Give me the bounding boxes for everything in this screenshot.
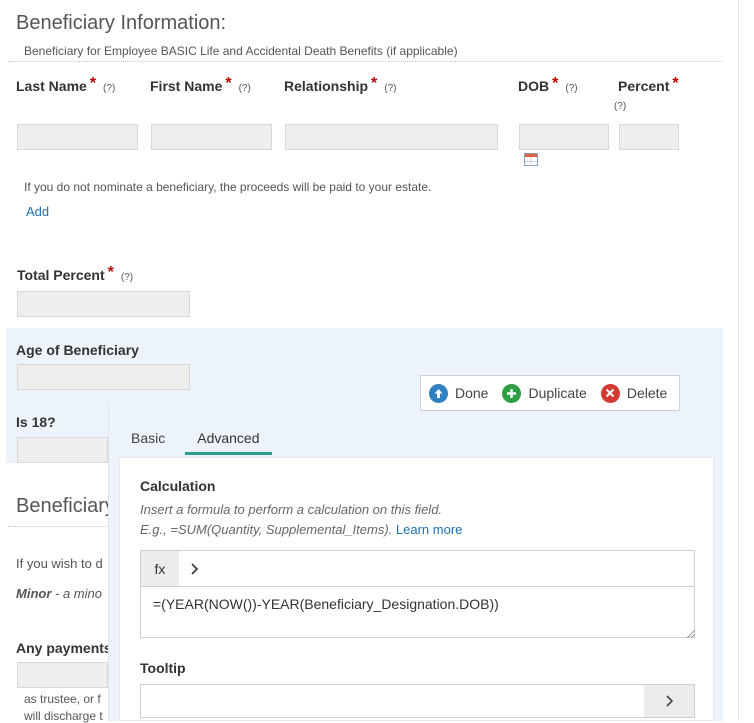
help-link[interactable]: (?): [121, 272, 133, 283]
any-payments-input[interactable]: [17, 662, 108, 688]
tooltip-expand-button[interactable]: [644, 685, 694, 717]
minor-text: - a mino: [51, 586, 102, 601]
calculation-hint: Insert a formula to perform a calculatio…: [140, 502, 443, 517]
dob-label: DOB * (?): [518, 75, 578, 96]
field-action-toolbar: Done Duplicate Delete: [420, 375, 680, 411]
delete-label: Delete: [626, 385, 668, 401]
dob-text: DOB: [518, 78, 550, 94]
section-divider: [8, 61, 722, 62]
calculation-example: E.g., =SUM(Quantity, Supplemental_Items)…: [140, 522, 462, 537]
section2-divider: [8, 526, 108, 527]
required-marker: *: [89, 75, 97, 92]
first-name-text: First Name: [150, 78, 223, 94]
last-name-text: Last Name: [16, 78, 87, 94]
fx-button[interactable]: fx: [141, 551, 179, 586]
done-button[interactable]: Done: [429, 383, 489, 403]
is-18-label: Is 18?: [16, 414, 56, 430]
section2-title: Beneficiary: [16, 495, 115, 517]
percent-input[interactable]: [619, 124, 679, 150]
tooltip-heading: Tooltip: [140, 660, 186, 676]
relationship-text: Relationship: [284, 78, 369, 94]
formula-input[interactable]: =(YEAR(NOW())-YEAR(Beneficiary_Designati…: [140, 586, 695, 638]
minor-definition: Minor - a mino: [16, 586, 102, 601]
learn-more-link[interactable]: Learn more: [396, 522, 462, 537]
resize-handle-icon[interactable]: [687, 630, 695, 638]
close-icon: [600, 383, 620, 403]
tooltip-field[interactable]: [140, 684, 695, 718]
help-link[interactable]: (?): [239, 83, 251, 94]
last-name-input[interactable]: [17, 124, 138, 150]
required-marker: *: [552, 75, 559, 92]
chevron-right-icon: [666, 695, 674, 707]
last-name-label: Last Name * (?): [16, 75, 115, 96]
relationship-label: Relationship * (?): [284, 75, 396, 96]
duplicate-label: Duplicate: [528, 385, 587, 401]
dob-input[interactable]: [519, 124, 609, 150]
any-payments-label: Any payments: [16, 640, 112, 656]
field-editor-panel: Basic Advanced Calculation Insert a form…: [108, 401, 723, 721]
relationship-input[interactable]: [285, 124, 498, 150]
is-18-input[interactable]: [17, 437, 108, 463]
editor-tabs: Basic Advanced: [131, 430, 294, 455]
done-label: Done: [455, 385, 489, 401]
percent-label: Percent *: [618, 75, 679, 96]
trustee-text: as trustee, or f: [24, 692, 101, 706]
duplicate-button[interactable]: Duplicate: [502, 383, 587, 403]
estate-note: If you do not nominate a beneficiary, th…: [24, 180, 432, 194]
first-name-label: First Name * (?): [150, 75, 251, 96]
advanced-settings-card: Calculation Insert a formula to perform …: [119, 457, 714, 721]
arrow-up-icon: [429, 383, 448, 403]
minor-term: Minor: [16, 586, 52, 601]
tooltip-input[interactable]: [141, 685, 644, 717]
tab-basic[interactable]: Basic: [131, 430, 175, 455]
age-of-beneficiary-label: Age of Beneficiary: [16, 342, 139, 358]
help-link[interactable]: (?): [384, 83, 396, 94]
help-link[interactable]: (?): [103, 83, 115, 94]
first-name-input[interactable]: [151, 124, 272, 150]
plus-icon: [502, 383, 522, 403]
calendar-icon[interactable]: [524, 153, 538, 166]
chevron-right-icon[interactable]: [179, 551, 209, 586]
required-marker: *: [225, 75, 232, 92]
percent-text: Percent: [618, 78, 670, 94]
age-of-beneficiary-input[interactable]: [17, 364, 190, 390]
help-link[interactable]: (?): [565, 83, 577, 94]
required-marker: *: [371, 75, 378, 92]
percent-help-link[interactable]: (?): [614, 101, 626, 112]
tab-advanced[interactable]: Advanced: [185, 430, 272, 455]
calculation-heading: Calculation: [140, 478, 216, 494]
required-marker: *: [107, 264, 114, 281]
formula-toolbar: fx: [140, 550, 695, 586]
required-marker: *: [672, 75, 679, 92]
scroll-edge: [738, 0, 739, 721]
example-text: E.g., =SUM(Quantity, Supplemental_Items)…: [140, 522, 393, 537]
total-percent-label: Total Percent * (?): [17, 264, 133, 285]
section-subtitle: Beneficiary for Employee BASIC Life and …: [24, 44, 458, 58]
section2-text: If you wish to d: [16, 556, 103, 571]
total-percent-text: Total Percent: [17, 267, 105, 283]
total-percent-input[interactable]: [17, 291, 190, 317]
delete-button[interactable]: Delete: [600, 383, 668, 403]
add-link[interactable]: Add: [26, 204, 49, 219]
section-title: Beneficiary Information:: [16, 12, 227, 34]
